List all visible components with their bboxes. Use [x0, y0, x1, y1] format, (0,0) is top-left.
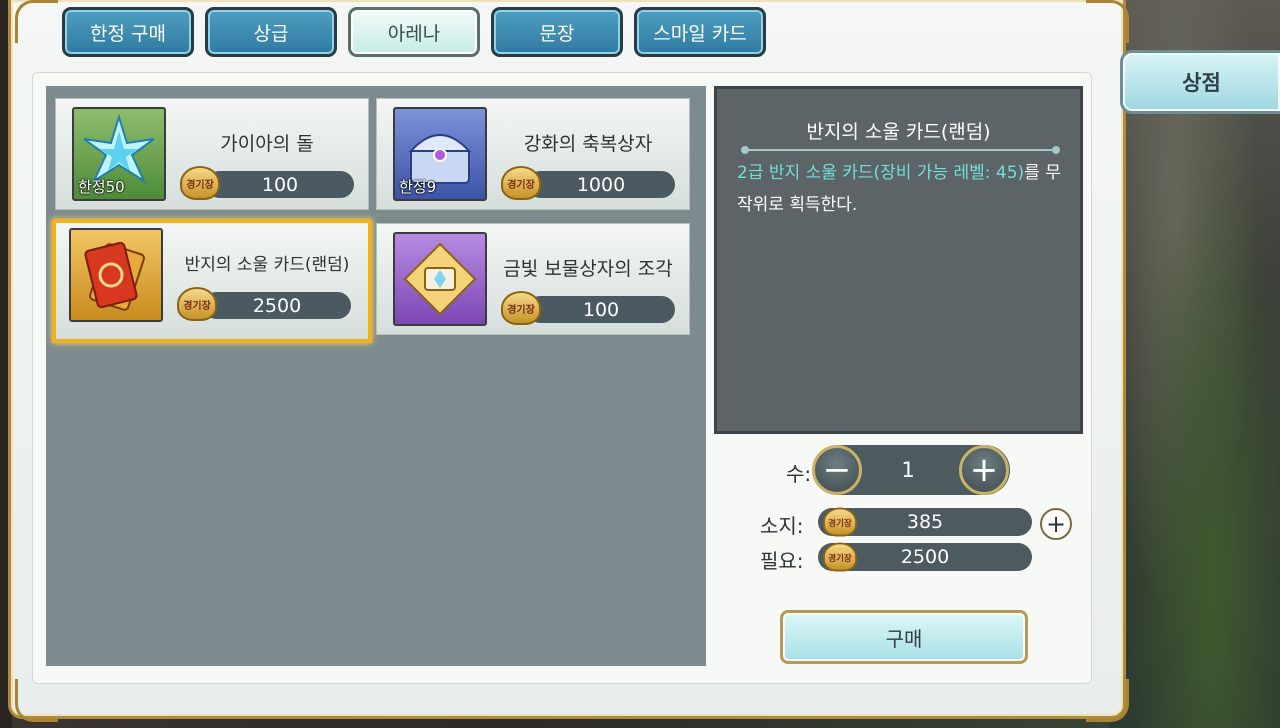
owned-value: 385: [906, 511, 944, 533]
medal-text: 경기장: [501, 166, 541, 200]
tab-smile-card[interactable]: 스마일 카드: [634, 7, 766, 57]
add-currency-button[interactable]: +: [1040, 508, 1072, 540]
quantity-label: 수:: [786, 462, 812, 486]
frame-ornament: [1086, 679, 1129, 722]
soul-card-icon: [69, 228, 163, 322]
price-value: 1000: [576, 173, 626, 196]
medal-text: 경기장: [180, 166, 220, 200]
quantity-value: 1: [901, 458, 915, 482]
star-crystal-icon: 한정50: [72, 107, 166, 201]
price-value: 100: [582, 298, 620, 321]
frame-ornament: [15, 0, 58, 43]
tab-label: 아레나: [387, 22, 441, 45]
medal-text: 경기장: [823, 542, 857, 572]
tab-arena[interactable]: 아레나: [348, 7, 480, 57]
tab-label: 상급: [253, 22, 289, 45]
arena-medal-icon: 경기장: [177, 287, 217, 321]
medal-text: 경기장: [177, 287, 217, 321]
owned-label: 소지:: [760, 514, 804, 538]
required-label: 필요:: [760, 549, 804, 573]
item-name: 강화의 축복상자: [523, 133, 653, 155]
price-value: 2500: [252, 294, 302, 317]
arena-medal-icon: 경기장: [823, 507, 857, 537]
shop-item[interactable]: 금빛 보물상자의 조각 100 경기장: [376, 223, 690, 335]
side-tab-label: 상점: [1182, 71, 1221, 95]
item-price: 100: [527, 296, 675, 323]
arena-medal-icon: 경기장: [180, 166, 220, 200]
shop-item[interactable]: 한정9 강화의 축복상자 1000 경기장: [376, 98, 690, 210]
required-value: 2500: [900, 546, 950, 568]
arena-medal-icon: 경기장: [501, 291, 541, 325]
item-name: 가이아의 돌: [220, 133, 314, 155]
medal-text: 경기장: [501, 291, 541, 325]
detail-divider: [741, 146, 1060, 154]
limit-badge: 한정50: [78, 178, 125, 196]
buy-button[interactable]: 구매: [780, 610, 1028, 664]
tab-advanced[interactable]: 상급: [205, 7, 337, 57]
arena-medal-icon: 경기장: [501, 166, 541, 200]
item-name: 금빛 보물상자의 조각: [503, 258, 673, 280]
item-price: 2500: [203, 292, 351, 319]
chest-fragment-icon: [393, 232, 487, 326]
chest-fragment-icon-graphic: [403, 242, 477, 316]
arena-medal-icon: 경기장: [823, 542, 857, 572]
soul-card-icon-graphic: [84, 241, 145, 311]
medal-text: 경기장: [823, 507, 857, 537]
shop-item[interactable]: 한정50 가이아의 돌 100 경기장: [55, 98, 369, 210]
detail-description: 2급 반지 소울 카드(장비 가능 레벨: 45)를 무작위로 획득한다.: [737, 157, 1066, 221]
item-detail-panel: 반지의 소울 카드(랜덤) 2급 반지 소울 카드(장비 가능 레벨: 45)를…: [714, 86, 1083, 434]
plus-icon: +: [1045, 510, 1067, 538]
item-name: 반지의 소울 카드(랜덤): [184, 255, 350, 275]
limit-badge: 한정9: [399, 178, 437, 196]
plus-icon: +: [969, 450, 999, 490]
tab-emblem[interactable]: 문장: [491, 7, 623, 57]
shop-item-selected[interactable]: 반지의 소울 카드(랜덤) 2500 경기장: [52, 219, 372, 343]
item-price: 100: [206, 171, 354, 198]
quantity-increase-button[interactable]: +: [959, 445, 1009, 495]
buy-button-label: 구매: [885, 626, 923, 651]
side-tab-shop[interactable]: 상점: [1120, 50, 1280, 114]
quantity-decrease-button[interactable]: −: [812, 445, 862, 495]
minus-icon: −: [822, 450, 852, 490]
detail-description-highlight: 2급 반지 소울 카드(장비 가능 레벨: 45): [737, 163, 1025, 183]
treasure-chest-icon: 한정9: [393, 107, 487, 201]
price-value: 100: [261, 173, 299, 196]
tab-label: 스마일 카드: [653, 22, 747, 45]
tab-label: 문장: [539, 22, 575, 45]
tab-limited-purchase[interactable]: 한정 구매: [62, 7, 194, 57]
frame-ornament: [1086, 0, 1129, 43]
detail-title: 반지의 소울 카드(랜덤): [806, 121, 991, 143]
frame-ornament: [15, 679, 58, 722]
tab-label: 한정 구매: [90, 22, 166, 45]
item-price: 1000: [527, 171, 675, 198]
